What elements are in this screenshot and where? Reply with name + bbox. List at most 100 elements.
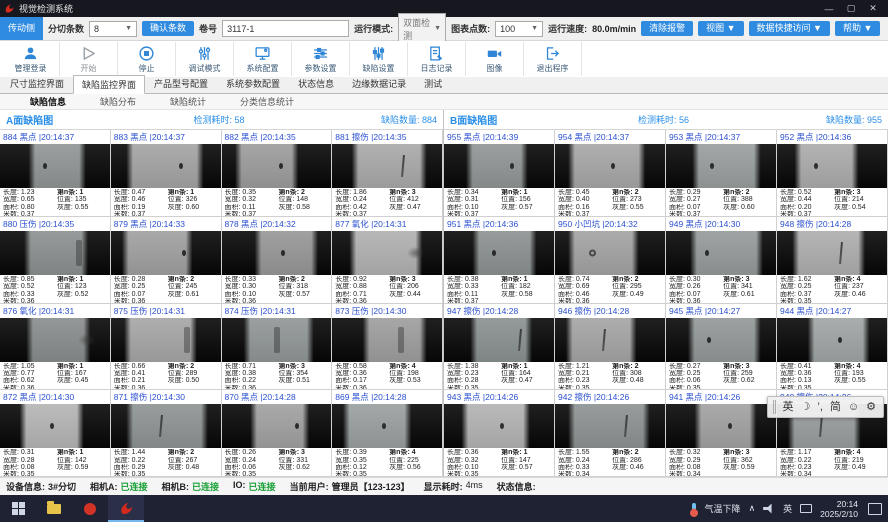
defect-cell-950[interactable]: 950 小凹坑 |20:14:32长度: 0.74宽度: 0.69面积: 0.4… — [555, 217, 666, 304]
defect-cell-953[interactable]: 953 黑点 |20:14:37长度: 0.29宽度: 0.27面积: 0.07… — [666, 130, 777, 217]
view-menu-button[interactable]: 视图 ▼ — [698, 21, 743, 36]
tab-main-7[interactable]: 测试 — [415, 74, 451, 93]
minimize-button[interactable]: — — [818, 4, 840, 14]
defect-cell-874[interactable]: 874 压伤 |20:14:31长度: 0.71宽度: 0.38面积: 0.22… — [222, 304, 333, 391]
defect-cell-945[interactable]: 945 黑点 |20:14:27长度: 0.27宽度: 0.25面积: 0.06… — [666, 304, 777, 391]
ime-moon-icon[interactable]: ☽ — [801, 402, 811, 413]
defect-cell-948[interactable]: 948 擦伤 |20:14:28长度: 1.62宽度: 0.25面积: 0.37… — [777, 217, 888, 304]
action-debug-sliders-button[interactable]: 调试模式 — [176, 42, 234, 76]
action-camera-button[interactable]: 图像 — [466, 42, 524, 76]
defect-cell-954[interactable]: 954 黑点 |20:14:37长度: 0.45宽度: 0.40面积: 0.16… — [555, 130, 666, 217]
ime-settings-icon[interactable]: ⚙ — [866, 402, 876, 413]
clear-alarm-button[interactable]: 清除报警 — [641, 21, 693, 36]
tab-main-3[interactable]: 产品型号配置 — [145, 74, 217, 93]
defect-cell-871[interactable]: 871 擦伤 |20:14:30长度: 1.44宽度: 0.22面积: 0.29… — [111, 390, 222, 477]
tab-main-4[interactable]: 系统参数配置 — [217, 74, 289, 93]
defect-cell-878[interactable]: 878 黑点 |20:14:32长度: 0.33宽度: 0.30面积: 0.10… — [222, 217, 333, 304]
action-params-sliders-button[interactable]: 参数设置 — [292, 42, 350, 76]
slit-count-select[interactable]: 8▼ — [89, 21, 137, 37]
defect-cell-877[interactable]: 877 氧化 |20:14:31长度: 0.92宽度: 0.88面积: 0.71… — [332, 217, 443, 304]
inspection-app-icon[interactable] — [108, 495, 144, 522]
defect-cell-875[interactable]: 875 压伤 |20:14:31长度: 0.66宽度: 0.41面积: 0.21… — [111, 304, 222, 391]
action-log-record-button[interactable]: 日志记录 — [408, 42, 466, 76]
defect-cell-873[interactable]: 873 压伤 |20:14:30长度: 0.58宽度: 0.36面积: 0.17… — [332, 304, 443, 391]
defect-cell-881[interactable]: 881 擦伤 |20:14:35长度: 1.86宽度: 0.24面积: 0.42… — [332, 130, 443, 217]
volume-icon[interactable] — [763, 504, 775, 514]
tab-main-2[interactable]: 缺陷监控界面 — [73, 75, 145, 94]
defect-cell-947[interactable]: 947 擦伤 |20:14:28长度: 1.38宽度: 0.23面积: 0.28… — [444, 304, 555, 391]
tab-main-6[interactable]: 边缘数据记录 — [343, 74, 415, 93]
info-line: 位置: 219 — [834, 457, 884, 464]
defect-cell-882[interactable]: 882 黑点 |20:14:35长度: 0.35宽度: 0.32面积: 0.11… — [222, 130, 333, 217]
taskbar-clock[interactable]: 20:14 2025/2/10 — [820, 499, 858, 519]
defect-cell-872[interactable]: 872 黑点 |20:14:30长度: 0.31宽度: 0.28面积: 0.08… — [0, 390, 111, 477]
ime-punctuation-icon[interactable]: ’, — [817, 402, 823, 413]
defect-cell-header: 952 黑点 |20:14:36 — [777, 130, 887, 144]
action-stop-button[interactable]: 停止 — [118, 42, 176, 76]
tab-sub-3[interactable]: 缺陷统计 — [154, 94, 222, 109]
drive-side-button[interactable]: 传动侧 — [0, 17, 43, 40]
defect-cell-884[interactable]: 884 黑点 |20:14:37长度: 1.23宽度: 0.65面积: 0.80… — [0, 130, 111, 217]
action-exit-button[interactable]: 退出程序 — [524, 42, 582, 76]
tray-expand-icon[interactable]: ∧ — [749, 503, 756, 514]
action-user-login-button[interactable]: 管理登录 — [2, 42, 60, 76]
start-button[interactable] — [0, 495, 36, 522]
panel-header: B面缺陷图检测耗时: 56缺陷数量: 955 — [444, 110, 888, 130]
chart-points-select[interactable]: 100▼ — [495, 21, 543, 37]
defect-cell-header: 871 擦伤 |20:14:30 — [111, 390, 221, 404]
info-line: 灰度: 0.54 — [834, 204, 884, 211]
ime-indicator[interactable]: 英 — [783, 502, 792, 515]
ime-emoji-icon[interactable]: ☺ — [848, 402, 859, 413]
defect-cell-955[interactable]: 955 黑点 |20:14:39长度: 0.34宽度: 0.31面积: 0.10… — [444, 130, 555, 217]
weather-text[interactable]: 气温下降 — [705, 502, 741, 515]
action-system-monitor-button[interactable]: 系统配置 — [234, 42, 292, 76]
action-center-icon[interactable] — [868, 503, 882, 515]
keyboard-icon[interactable] — [800, 504, 812, 513]
defect-image — [222, 144, 332, 188]
roll-number-input[interactable] — [222, 20, 349, 37]
info-line: 第n条: 3 — [389, 189, 439, 196]
ime-simplified-icon[interactable]: 简 — [830, 402, 841, 413]
defect-cell-869[interactable]: 869 黑点 |20:14:28长度: 0.39宽度: 0.35面积: 0.12… — [332, 390, 443, 477]
status-segment: 设备信息:3#分切 — [6, 480, 76, 493]
defect-cell-952[interactable]: 952 黑点 |20:14:36 长度: 0.52宽度: 0.44面积: 0.20… — [777, 130, 888, 217]
defect-cell-944[interactable]: 944 黑点 |20:14:27长度: 0.41宽度: 0.36面积: 0.13… — [777, 304, 888, 391]
defect-cell-951[interactable]: 951 黑点 |20:14:36长度: 0.38宽度: 0.33面积: 0.11… — [444, 217, 555, 304]
defect-info: 长度: 0.52宽度: 0.44面积: 0.20米数: 0.37第n条: 3位置… — [777, 188, 887, 216]
defect-cell-880[interactable]: 880 压伤 |20:14:35长度: 0.85宽度: 0.52面积: 0.33… — [0, 217, 111, 304]
defect-cell-941[interactable]: 941 黑点 |20:14:26长度: 0.32宽度: 0.29面积: 0.08… — [666, 390, 777, 477]
defect-cell-949[interactable]: 949 黑点 |20:14:30长度: 0.30宽度: 0.26面积: 0.07… — [666, 217, 777, 304]
tab-main-5[interactable]: 状态信息 — [289, 74, 343, 93]
info-line: 面积: 0.13 — [780, 377, 834, 384]
tab-sub-4[interactable]: 分类信息统计 — [224, 94, 310, 109]
defect-cell-879[interactable]: 879 黑点 |20:14:33长度: 0.28宽度: 0.25面积: 0.07… — [111, 217, 222, 304]
info-line: 长度: 1.21 — [558, 363, 612, 370]
info-line: 第n条: 2 — [278, 276, 328, 283]
close-button[interactable]: ✕ — [862, 3, 884, 14]
file-explorer-icon[interactable] — [36, 495, 72, 522]
tab-main-1[interactable]: 尺寸监控界面 — [1, 74, 73, 93]
info-line: 长度: 0.29 — [669, 189, 723, 196]
info-line: 第n条: 3 — [723, 449, 773, 456]
maximize-button[interactable]: ▢ — [840, 3, 862, 14]
info-line: 位置: 259 — [723, 370, 773, 377]
ime-mode-chinese-english[interactable]: 英 — [783, 402, 794, 413]
tab-sub-1[interactable]: 缺陷信息 — [14, 94, 82, 109]
action-defect-sliders-button[interactable]: 缺陷设置 — [350, 42, 408, 76]
data-quick-access-menu-button[interactable]: 数据快捷访问 ▼ — [749, 21, 830, 36]
defect-cell-942[interactable]: 942 擦伤 |20:14:26长度: 1.55宽度: 0.24面积: 0.33… — [555, 390, 666, 477]
tab-sub-2[interactable]: 缺陷分布 — [84, 94, 152, 109]
action-play-button[interactable]: 开始 — [60, 42, 118, 76]
defect-cell-876[interactable]: 876 氧化 |20:14:31长度: 1.05宽度: 0.77面积: 0.62… — [0, 304, 111, 391]
defect-cell-943[interactable]: 943 黑点 |20:14:26长度: 0.36宽度: 0.32面积: 0.10… — [444, 390, 555, 477]
help-menu-button[interactable]: 帮助 ▼ — [835, 21, 880, 36]
defect-cell-946[interactable]: 946 擦伤 |20:14:28长度: 1.21宽度: 0.21面积: 0.23… — [555, 304, 666, 391]
ime-drag-handle[interactable] — [773, 400, 776, 414]
main-tab-strip: 尺寸监控界面缺陷监控界面产品型号配置系统参数配置状态信息边缘数据记录测试 — [0, 77, 888, 94]
defect-cell-870[interactable]: 870 黑点 |20:14:28长度: 0.26宽度: 0.24面积: 0.06… — [222, 390, 333, 477]
taskbar-app-icon[interactable] — [72, 495, 108, 522]
confirm-count-button[interactable]: 确认条数 — [142, 21, 194, 36]
info-line: 宽度: 0.40 — [558, 196, 612, 203]
run-mode-select[interactable]: 双面检测▼ — [398, 13, 446, 45]
defect-cell-883[interactable]: 883 黑点 |20:14:37长度: 0.47宽度: 0.46面积: 0.19… — [111, 130, 222, 217]
